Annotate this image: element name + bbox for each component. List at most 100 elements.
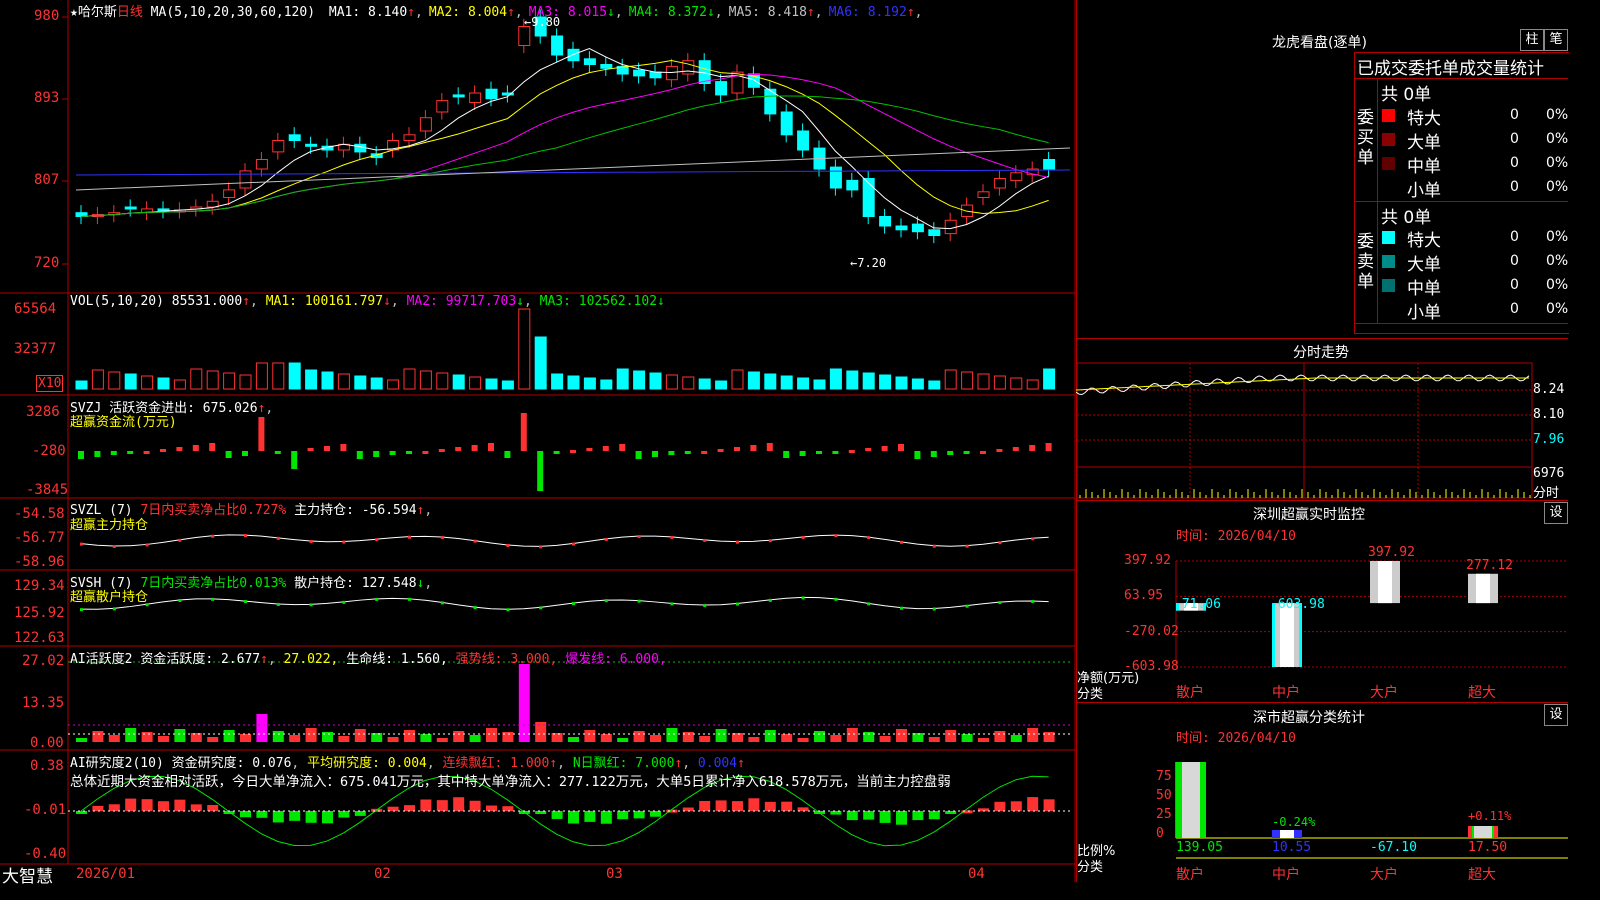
activity-bar	[814, 731, 825, 742]
buy-row-swatch-2	[1382, 133, 1395, 146]
classify-y-tick-3: 25	[1156, 807, 1172, 822]
monitor-bar-edge	[1299, 603, 1302, 667]
monitor-y-tick-2: 63.95	[1124, 588, 1164, 604]
dragon-tiger-title: 龙虎看盘(逐单)	[1272, 35, 1367, 51]
money-flow-bar	[422, 451, 429, 454]
holding-dot	[670, 602, 674, 606]
money-flow-bar	[94, 451, 101, 457]
high-price-mark: ←9.80	[524, 15, 561, 29]
money-flow-bar	[209, 443, 216, 451]
money-flow-bar	[78, 451, 84, 459]
activity-bar	[633, 731, 645, 742]
svzl-tick-1: -54.58	[14, 506, 65, 522]
research-bar	[551, 811, 563, 819]
price-tick-1: 980	[34, 8, 60, 24]
svzl-pct: 7日内买卖净占比0.727%	[140, 503, 287, 518]
money-flow-bar	[455, 447, 462, 451]
holding-dot	[932, 544, 936, 548]
candle-body	[567, 48, 580, 62]
activity-bar	[846, 728, 858, 742]
ai-research-t5: 0.004	[697, 756, 738, 771]
candle-body	[780, 111, 793, 136]
vol-value: 85531.000	[171, 294, 243, 309]
holding-dot	[801, 535, 805, 539]
holding-dot	[80, 608, 83, 612]
classify-value-2: 10.55	[1272, 840, 1312, 855]
column-view-button[interactable]: 柱	[1520, 29, 1544, 51]
volume-bar	[403, 368, 416, 390]
volume-bar	[977, 373, 990, 390]
research-bar	[912, 811, 924, 821]
classify-bar-edge	[1494, 826, 1498, 838]
money-flow-bar	[930, 451, 937, 457]
holding-dot	[112, 545, 116, 549]
money-flow-bar	[766, 443, 773, 451]
sell-row-count-3: 0	[1510, 277, 1519, 293]
volume-bar	[895, 376, 908, 390]
volume-bar	[436, 372, 449, 390]
candle-body	[633, 69, 646, 77]
volume-bar	[1010, 377, 1023, 390]
research-bar	[240, 811, 251, 818]
candle-body	[846, 179, 859, 191]
research-bar	[387, 806, 399, 811]
money-flow-bar	[750, 445, 757, 451]
research-bar	[699, 800, 711, 811]
volume-bar	[567, 375, 580, 390]
monitor-bar-highlight	[1476, 573, 1490, 604]
sz-classify-settings-button[interactable]: 设	[1544, 704, 1568, 726]
period-label[interactable]: 日线	[117, 5, 143, 20]
research-bar	[420, 799, 432, 811]
volume-bar	[747, 371, 760, 390]
holding-dot	[440, 536, 444, 540]
research-bar	[174, 799, 186, 811]
ai-research-header: AI研究度2(10) 资金研究度: 0.076, 平均研究度: 0.004, 连…	[70, 756, 745, 771]
volume-bar	[829, 368, 842, 390]
activity-bar	[584, 730, 596, 742]
sz-monitor-settings-button[interactable]: 设	[1544, 502, 1568, 524]
research-bar	[682, 807, 694, 811]
volume-bar	[387, 379, 400, 390]
holding-dot	[211, 534, 215, 538]
volume-bar	[665, 374, 678, 390]
intraday-vol-label: 分时	[1533, 486, 1560, 501]
activity-bar	[436, 738, 448, 742]
buy-row-name-4: 小单	[1407, 181, 1441, 201]
volume-bar	[288, 362, 301, 390]
research-bar	[896, 811, 907, 825]
candle-body	[862, 178, 875, 217]
intraday-chart[interactable]	[1076, 362, 1568, 500]
research-bar	[289, 811, 301, 821]
money-flow-bar	[947, 451, 954, 455]
holding-dot	[572, 602, 575, 606]
money-flow-bar	[143, 451, 150, 454]
research-bar	[830, 811, 842, 815]
classify-value-4: 17.50	[1468, 840, 1508, 855]
stock-name[interactable]: ★哈尔斯	[70, 5, 117, 20]
x-axis-label-3: 03	[606, 866, 623, 882]
candle-body	[518, 26, 531, 46]
activity-bar	[568, 737, 579, 742]
money-flow-bar	[553, 451, 560, 454]
money-flow-bar	[717, 449, 724, 452]
volume-bar	[91, 369, 104, 390]
stock-chart-canvas[interactable]	[0, 0, 1076, 882]
holding-dot	[178, 538, 182, 542]
order-stats-header: 已成交委托单成交量统计	[1357, 59, 1544, 79]
ai-active-t4: 强势线: 3.000,	[455, 652, 558, 667]
buy-row-name-2: 大单	[1407, 133, 1441, 153]
activity-bar	[748, 737, 760, 742]
activity-bar	[1010, 735, 1022, 742]
research-bar	[781, 801, 793, 811]
holding-dot	[768, 539, 772, 543]
candle-body	[665, 65, 678, 81]
sell-row-name-1: 特大	[1407, 231, 1441, 251]
ai-active-label: AI活跃度2	[70, 652, 133, 667]
holding-dot	[244, 534, 247, 538]
research-bar	[436, 800, 448, 811]
tick-view-button[interactable]: 笔	[1544, 29, 1568, 51]
app-logo[interactable]: 大智慧	[2, 862, 53, 887]
monitor-value-label-4: 277.12	[1466, 557, 1513, 573]
holding-dot	[932, 607, 936, 611]
activity-bar	[125, 728, 137, 742]
